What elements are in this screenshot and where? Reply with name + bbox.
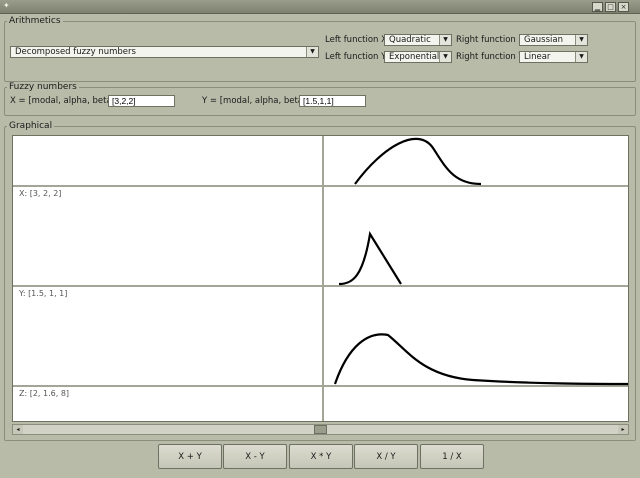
app-icon: ✦ [3, 1, 10, 10]
curves-svg [333, 137, 628, 386]
y-input-label: Y = [modal, alpha, beta] [202, 96, 307, 106]
left-function-x-label: Left function X [325, 35, 387, 45]
minimize-button[interactable]: ▁ [592, 2, 603, 12]
mode-combo[interactable]: Decomposed fuzzy numbers ▼ [10, 46, 319, 58]
mode-combo-value: Decomposed fuzzy numbers [15, 47, 136, 57]
curve-z [333, 333, 628, 386]
x-input[interactable] [108, 95, 175, 107]
chevron-down-icon: ▼ [575, 35, 587, 45]
subtract-button[interactable]: X - Y [223, 444, 287, 469]
curve-y [338, 230, 402, 286]
y-input[interactable] [299, 95, 366, 107]
curve-x [354, 137, 482, 186]
left-function-x-value: Quadratic [389, 35, 431, 45]
arithmetics-legend: Arithmetics [9, 16, 61, 26]
window-titlebar: ✦ ▁ □ × [0, 0, 640, 14]
fuzzy-numbers-legend: Fuzzy numbers [9, 82, 77, 92]
x-input-label: X = [modal, alpha, beta] [10, 96, 115, 106]
chevron-down-icon: ▼ [575, 52, 587, 62]
right-function-x-combo[interactable]: Gaussian ▼ [519, 34, 588, 46]
plot-area: X: [3, 2, 2] Y: [1.5, 1, 1] Z: [2, 1.6, … [12, 135, 629, 422]
right-function-y-combo[interactable]: Linear ▼ [519, 51, 588, 63]
close-button[interactable]: × [618, 2, 629, 12]
left-function-y-combo[interactable]: Exponential ▼ [384, 51, 452, 63]
graphical-legend: Graphical [9, 121, 53, 131]
scrollbar-thumb[interactable] [314, 425, 327, 434]
operation-buttons: X + Y X - Y X * Y X / Y 1 / X [0, 437, 640, 478]
add-button[interactable]: X + Y [158, 444, 222, 469]
chevron-down-icon: ▼ [306, 47, 318, 57]
right-function-y-value: Linear [524, 52, 551, 62]
left-function-y-label: Left function Y [325, 52, 387, 62]
chevron-down-icon: ▼ [439, 52, 451, 62]
scroll-left-icon[interactable]: ◂ [13, 425, 23, 434]
right-function-x-label: Right function X [456, 35, 525, 45]
right-function-y-label: Right function Y [456, 52, 524, 62]
multiply-button[interactable]: X * Y [289, 444, 353, 469]
left-function-x-combo[interactable]: Quadratic ▼ [384, 34, 452, 46]
left-function-y-value: Exponential [389, 52, 440, 62]
chevron-down-icon: ▼ [439, 35, 451, 45]
right-function-x-value: Gaussian [524, 35, 563, 45]
horizontal-scrollbar[interactable]: ◂ ▸ [12, 424, 629, 435]
scroll-right-icon[interactable]: ▸ [618, 425, 628, 434]
reciprocal-button[interactable]: 1 / X [420, 444, 484, 469]
maximize-button[interactable]: □ [605, 2, 616, 12]
divide-button[interactable]: X / Y [354, 444, 418, 469]
